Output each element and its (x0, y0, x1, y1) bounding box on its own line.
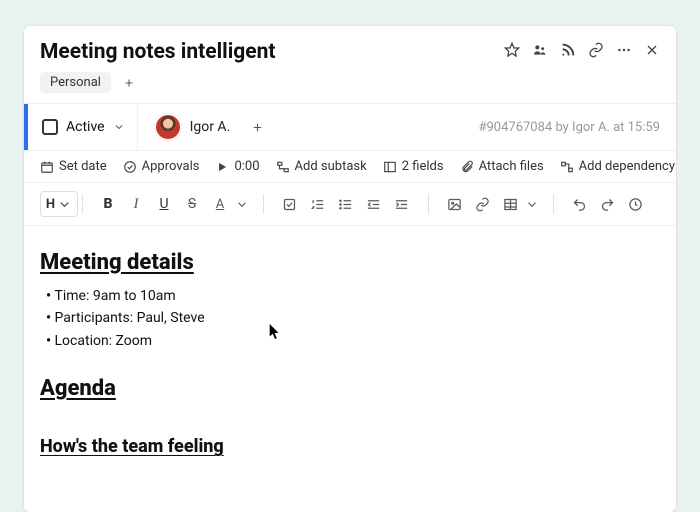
add-subtask-button[interactable]: Add subtask (276, 159, 367, 174)
italic-button[interactable]: I (123, 191, 149, 217)
task-panel: Meeting notes intelligent Personal Activ… (24, 26, 676, 512)
check-circle-icon (123, 160, 137, 174)
status-label: Active (66, 119, 105, 135)
richtext-toolbar: H B I U S A (24, 183, 676, 226)
table-dropdown[interactable] (525, 191, 539, 217)
status-left: Active Igor A. (24, 104, 268, 150)
heading-team-feeling[interactable]: How's the team feeling (40, 436, 660, 457)
link-icon[interactable] (588, 42, 604, 62)
details-list: Time: 9am to 10am Participants: Paul, St… (46, 285, 660, 352)
task-meta: #904767084 by Igor A. at 15:59 (478, 120, 660, 135)
assignee[interactable]: Igor A. (138, 113, 247, 141)
assignee-name: Igor A. (190, 119, 231, 135)
list-item[interactable]: Participants: Paul, Steve (46, 307, 660, 329)
star-icon[interactable] (504, 42, 520, 62)
format-group: B I U S A (95, 191, 259, 217)
avatar (154, 113, 182, 141)
numbered-list-button[interactable] (304, 191, 330, 217)
underline-button[interactable]: U (151, 191, 177, 217)
dependency-icon (560, 160, 574, 174)
header: Meeting notes intelligent (24, 26, 676, 68)
color-dropdown[interactable] (235, 191, 249, 217)
page-title[interactable]: Meeting notes intelligent (40, 40, 494, 64)
image-button[interactable] (441, 191, 467, 217)
attach-files-button[interactable]: Attach files (460, 159, 544, 174)
redo-button[interactable] (594, 191, 620, 217)
cursor-icon (269, 324, 281, 340)
heading-agenda[interactable]: Agenda (40, 376, 660, 401)
list-group (276, 191, 424, 217)
custom-fields-button[interactable]: 2 fields (383, 159, 444, 174)
separator (553, 194, 554, 214)
history-group (566, 191, 658, 217)
fields-toolbar: Set date Approvals 0:00 Add subtask 2 fi… (24, 151, 676, 183)
chevron-down-icon (57, 197, 72, 212)
heading-dropdown[interactable]: H (40, 191, 78, 217)
calendar-icon (40, 160, 54, 174)
add-dependency-button[interactable]: Add dependency (560, 159, 675, 174)
set-date-button[interactable]: Set date (40, 159, 107, 174)
separator (82, 194, 83, 214)
more-icon[interactable] (616, 42, 632, 62)
history-button[interactable] (622, 191, 648, 217)
complete-checkbox[interactable] (42, 119, 58, 135)
strike-button[interactable]: S (179, 191, 205, 217)
table-button[interactable] (497, 191, 523, 217)
header-actions (504, 42, 660, 62)
status-bar: Active Igor A. #904767084 by Igor A. at … (24, 103, 676, 151)
document-body[interactable]: Meeting details Time: 9am to 10am Partic… (24, 226, 676, 457)
tag-personal[interactable]: Personal (40, 72, 111, 93)
bold-button[interactable]: B (95, 191, 121, 217)
list-item[interactable]: Time: 9am to 10am (46, 285, 660, 307)
add-tag-button[interactable] (119, 73, 139, 93)
editor[interactable]: Meeting details Time: 9am to 10am Partic… (24, 226, 676, 512)
checklist-button[interactable] (276, 191, 302, 217)
paperclip-icon (460, 160, 474, 174)
fields-icon (383, 160, 397, 174)
undo-button[interactable] (566, 191, 592, 217)
people-icon[interactable] (532, 42, 548, 62)
heading-meeting-details[interactable]: Meeting details (40, 250, 660, 275)
insert-link-button[interactable] (469, 191, 495, 217)
text-color-button[interactable]: A (207, 191, 233, 217)
separator (263, 194, 264, 214)
indent-button[interactable] (388, 191, 414, 217)
status-dropdown[interactable]: Active (24, 104, 138, 150)
timer-button[interactable]: 0:00 (215, 159, 259, 174)
insert-group (441, 191, 549, 217)
subtask-icon (276, 160, 290, 174)
list-item[interactable]: Location: Zoom (46, 330, 660, 352)
close-icon[interactable] (644, 42, 660, 62)
chevron-down-icon (113, 121, 125, 133)
rss-icon[interactable] (560, 42, 576, 62)
add-assignee-button[interactable] (246, 116, 268, 138)
bullet-list-button[interactable] (332, 191, 358, 217)
approvals-button[interactable]: Approvals (123, 159, 200, 174)
separator (428, 194, 429, 214)
tags-row: Personal (24, 68, 676, 103)
play-icon (215, 160, 229, 174)
outdent-button[interactable] (360, 191, 386, 217)
